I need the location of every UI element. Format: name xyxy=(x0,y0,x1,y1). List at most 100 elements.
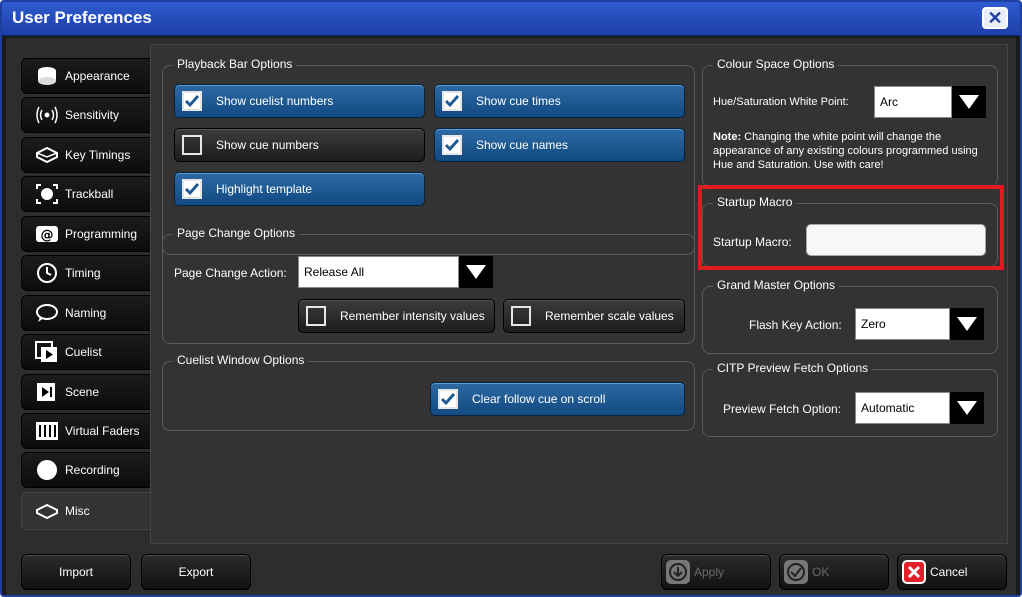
white-point-select[interactable]: Arc xyxy=(874,86,986,118)
chevron-down-icon[interactable] xyxy=(950,392,984,424)
group-title: Grand Master Options xyxy=(713,278,840,292)
checkbox-label: Show cue numbers xyxy=(216,138,319,152)
select-value: Zero xyxy=(855,308,950,340)
import-button[interactable]: Import xyxy=(21,554,131,590)
check-icon xyxy=(438,389,458,409)
sidebar-item-label: Recording xyxy=(65,463,120,477)
chevron-down-icon[interactable] xyxy=(459,256,493,288)
show-cue-names-checkbox[interactable]: Show cue names xyxy=(434,128,685,162)
checkbox-empty-icon xyxy=(306,306,326,326)
remember-scale-values-checkbox[interactable]: Remember scale values xyxy=(503,299,685,333)
note-bold: Note: xyxy=(713,131,742,143)
show-cuelist-numbers-checkbox[interactable]: Show cuelist numbers xyxy=(174,84,425,118)
title-bar[interactable]: User Preferences ✕ xyxy=(2,2,1020,36)
cuelist-icon xyxy=(35,341,59,363)
select-value: Automatic xyxy=(855,392,950,424)
clear-follow-cue-checkbox[interactable]: Clear follow cue on scroll xyxy=(430,382,685,416)
svg-text:@: @ xyxy=(41,228,54,243)
cancel-icon xyxy=(902,560,926,584)
sidebar-item-sensitivity[interactable]: Sensitivity xyxy=(21,97,151,133)
close-icon: ✕ xyxy=(987,8,1003,28)
ok-icon xyxy=(784,560,808,584)
chevron-down-icon[interactable] xyxy=(952,86,986,118)
highlight-template-checkbox[interactable]: Highlight template xyxy=(174,172,425,206)
check-icon xyxy=(442,91,462,111)
virtual-faders-icon xyxy=(35,420,59,442)
preview-fetch-option-label: Preview Fetch Option: xyxy=(723,402,842,416)
ok-button[interactable]: OK xyxy=(779,554,889,590)
sidebar-item-naming[interactable]: Naming xyxy=(21,295,151,331)
recording-icon xyxy=(35,459,59,481)
close-button[interactable]: ✕ xyxy=(982,7,1008,29)
appearance-icon xyxy=(35,65,59,87)
page-change-action-select[interactable]: Release All xyxy=(298,256,493,288)
checkbox-empty-icon xyxy=(511,306,531,326)
white-point-note: Note: Changing the white point will chan… xyxy=(713,130,995,172)
group-title: Cuelist Window Options xyxy=(173,353,309,367)
apply-icon xyxy=(666,560,690,584)
flash-key-action-select[interactable]: Zero xyxy=(855,308,984,340)
checkbox-label: Show cue names xyxy=(476,138,569,152)
check-icon xyxy=(442,135,462,155)
button-label: Cancel xyxy=(930,565,968,579)
sidebar-item-label: Trackball xyxy=(65,187,114,201)
select-value: Arc xyxy=(874,86,952,118)
sidebar-item-virtual-faders[interactable]: Virtual Faders xyxy=(21,413,151,449)
sidebar-item-cuelist[interactable]: Cuelist xyxy=(21,334,151,370)
export-button[interactable]: Export xyxy=(141,554,251,590)
check-icon xyxy=(182,91,202,111)
sidebar-item-label: Sensitivity xyxy=(65,108,120,122)
check-icon xyxy=(182,179,202,199)
grand-master-options-group: Grand Master Options Flash Key Action: Z… xyxy=(702,278,998,354)
sidebar-item-recording[interactable]: Recording xyxy=(21,452,151,488)
show-cue-times-checkbox[interactable]: Show cue times xyxy=(434,84,685,118)
sidebar-item-label: Scene xyxy=(65,385,100,399)
sensitivity-icon xyxy=(35,104,59,126)
page-change-action-label: Page Change Action: xyxy=(174,266,287,280)
naming-icon xyxy=(35,302,59,324)
sidebar-item-misc[interactable]: Misc xyxy=(21,492,151,530)
cuelist-window-options-group: Cuelist Window Options Clear follow cue … xyxy=(162,353,695,431)
button-label: Export xyxy=(178,565,214,579)
apply-button[interactable]: Apply xyxy=(661,554,771,590)
note-text: Changing the white point will change the… xyxy=(713,131,978,171)
window-title: User Preferences xyxy=(12,8,152,27)
page-change-options-group: Page Change Options Page Change Action: … xyxy=(162,226,695,344)
checkbox-label: Remember scale values xyxy=(545,309,674,323)
button-label: Import xyxy=(58,565,93,579)
checkbox-label: Show cuelist numbers xyxy=(216,94,334,108)
sidebar-item-appearance[interactable]: Appearance xyxy=(21,58,151,94)
button-label: OK xyxy=(812,565,830,579)
white-point-label: Hue/Saturation White Point: xyxy=(713,96,849,108)
show-cue-numbers-checkbox[interactable]: Show cue numbers xyxy=(174,128,425,162)
misc-preferences-panel: Playback Bar Options Show cuelist number… xyxy=(150,44,1008,544)
trackball-icon xyxy=(35,183,59,205)
sidebar-item-trackball[interactable]: Trackball xyxy=(21,176,151,212)
group-title: Page Change Options xyxy=(173,226,300,240)
chevron-down-icon[interactable] xyxy=(950,308,984,340)
checkbox-empty-icon xyxy=(182,135,202,155)
key-timings-icon xyxy=(35,144,59,166)
sidebar-item-scene[interactable]: Scene xyxy=(21,374,151,410)
startup-macro-highlight xyxy=(698,185,1004,270)
sidebar-item-programming[interactable]: @ Programming xyxy=(21,216,151,252)
sidebar-item-label: Appearance xyxy=(65,69,130,83)
sidebar-item-label: Timing xyxy=(65,266,101,280)
sidebar-item-timing[interactable]: Timing xyxy=(21,255,151,291)
sidebar-item-label: Misc xyxy=(65,504,90,518)
sidebar-item-label: Virtual Faders xyxy=(65,424,140,438)
misc-icon xyxy=(35,500,59,522)
checkbox-label: Show cue times xyxy=(476,94,561,108)
user-preferences-window: User Preferences ✕ Appearance Sensitivit… xyxy=(0,0,1022,597)
timing-icon xyxy=(35,262,59,284)
citp-preview-fetch-options-group: CITP Preview Fetch Options Preview Fetch… xyxy=(702,361,998,437)
programming-icon: @ xyxy=(35,223,59,245)
cancel-button[interactable]: Cancel xyxy=(897,554,1007,590)
sidebar-item-key-timings[interactable]: Key Timings xyxy=(21,137,151,173)
checkbox-label: Remember intensity values xyxy=(340,309,485,323)
preview-fetch-option-select[interactable]: Automatic xyxy=(855,392,984,424)
button-label: Apply xyxy=(694,565,725,579)
sidebar-item-label: Naming xyxy=(65,306,107,320)
remember-intensity-values-checkbox[interactable]: Remember intensity values xyxy=(298,299,495,333)
sidebar-item-label: Key Timings xyxy=(65,148,131,162)
